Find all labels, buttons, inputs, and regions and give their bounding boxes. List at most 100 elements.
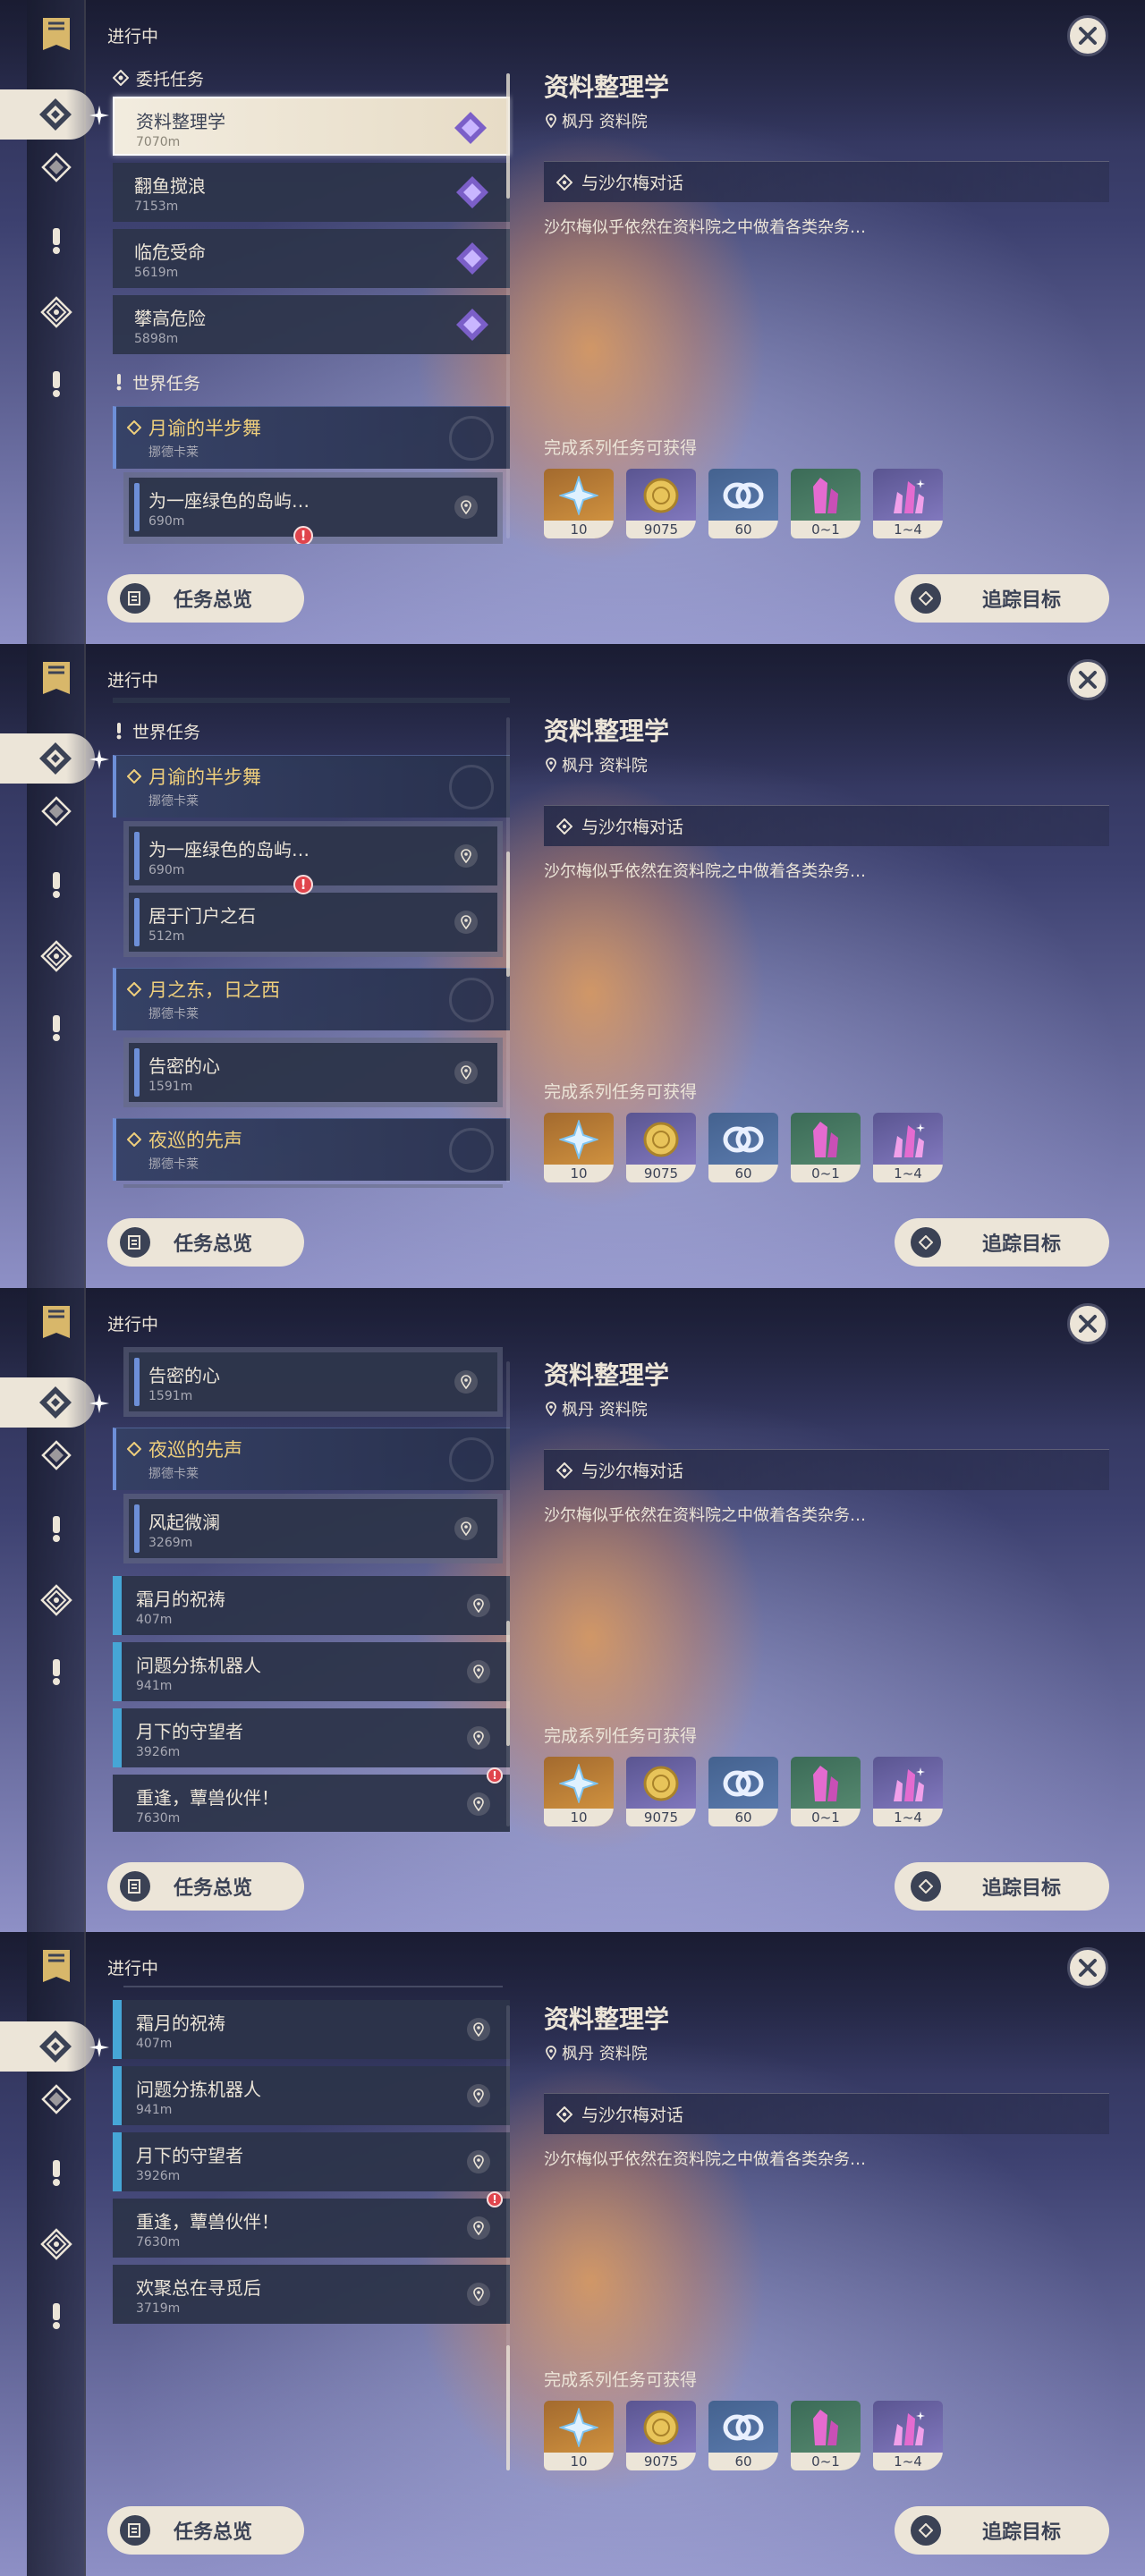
- close-button[interactable]: [1067, 659, 1108, 700]
- reward-item[interactable]: 10: [544, 1757, 614, 1826]
- reward-item[interactable]: 9075: [626, 2401, 696, 2470]
- scrollbar-thumb[interactable]: [506, 2345, 510, 2470]
- map-pin-icon[interactable]: [454, 1061, 478, 1084]
- commission-item[interactable]: 攀高危险 5898m: [113, 698, 510, 703]
- quest-overview-button[interactable]: 任务总览: [107, 574, 304, 623]
- world-quest-tab[interactable]: [38, 2080, 75, 2118]
- exclaim-tab-1[interactable]: [38, 222, 75, 259]
- world-quest-item[interactable]: 欢聚总在寻觅后 3719m: [113, 2265, 510, 2324]
- map-pin-icon[interactable]: [467, 1660, 490, 1683]
- world-quest-item[interactable]: 月下的守望者 3926m: [113, 1708, 510, 1767]
- quest-list-scrollbar[interactable]: [506, 73, 510, 538]
- quest-list-scrollbar[interactable]: [506, 1361, 510, 1826]
- reward-item[interactable]: 60: [708, 469, 778, 538]
- quest-list-scrollbar[interactable]: [506, 717, 510, 1182]
- world-quest-item[interactable]: 重逢，蕈兽伙伴！ 7630m: [113, 1775, 510, 1832]
- reward-item[interactable]: 9075: [626, 1113, 696, 1182]
- commission-tab-active[interactable]: [0, 733, 95, 784]
- reward-item[interactable]: 60: [708, 2401, 778, 2470]
- map-pin-icon[interactable]: [454, 1517, 478, 1540]
- exclaim-tab-2[interactable]: [38, 2297, 75, 2334]
- exclaim-tab-1[interactable]: [38, 1510, 75, 1547]
- reward-item[interactable]: 0~1: [791, 469, 861, 538]
- reward-item[interactable]: 0~1: [791, 1757, 861, 1826]
- track-target-button[interactable]: 追踪目标: [895, 1218, 1109, 1267]
- commission-item[interactable]: 翻鱼搅浪 7153m: [113, 163, 510, 222]
- event-tab[interactable]: [38, 2225, 75, 2263]
- commission-tab-active[interactable]: [0, 89, 95, 140]
- world-quest-item[interactable]: 霜月的祝祷 407m: [113, 2000, 510, 2059]
- reward-item[interactable]: 60: [708, 1757, 778, 1826]
- reward-item[interactable]: 0~1: [791, 2401, 861, 2470]
- exclaim-tab-1[interactable]: [38, 866, 75, 903]
- close-button[interactable]: [1067, 1303, 1108, 1344]
- exclaim-tab-1[interactable]: [38, 2154, 75, 2191]
- map-pin-icon[interactable]: [454, 911, 478, 934]
- quest-list-scrollbar[interactable]: [506, 2005, 510, 2470]
- map-pin-icon[interactable]: [467, 2018, 490, 2041]
- world-quest-series[interactable]: 月之东，日之西 挪德卡莱: [113, 968, 510, 1030]
- commission-item[interactable]: 资料整理学 7070m: [113, 97, 510, 156]
- world-quest-step[interactable]: 为一座绿色的岛屿… 690m: [129, 826, 497, 886]
- quest-list[interactable]: 委托任务 资料整理学 7070m 翻鱼搅浪 7153m 临危受命 5619m: [100, 1986, 513, 2476]
- world-quest-series[interactable]: 月谕的半步舞 挪德卡莱: [113, 406, 510, 469]
- quest-overview-button[interactable]: 任务总览: [107, 2506, 304, 2555]
- scrollbar-thumb[interactable]: [506, 852, 510, 977]
- world-quest-tab[interactable]: [38, 792, 75, 830]
- reward-item[interactable]: 60: [708, 1113, 778, 1182]
- event-tab[interactable]: [38, 293, 75, 331]
- map-pin-icon[interactable]: [454, 496, 478, 519]
- close-button[interactable]: [1067, 1947, 1108, 1988]
- map-pin-icon[interactable]: [467, 2283, 490, 2306]
- quest-list[interactable]: 委托任务 资料整理学 7070m 翻鱼搅浪 7153m 临危受命 5619m: [100, 1342, 513, 1832]
- reward-item[interactable]: 1~4: [873, 1757, 943, 1826]
- world-quest-step[interactable]: 为一座绿色的岛屿… 690m: [129, 478, 497, 537]
- world-quest-tab[interactable]: [38, 148, 75, 186]
- reward-item[interactable]: 0~1: [791, 1113, 861, 1182]
- close-button[interactable]: [1067, 15, 1108, 56]
- map-pin-icon[interactable]: [467, 1594, 490, 1617]
- world-quest-item[interactable]: 月下的守望者 3926m: [113, 2132, 510, 2191]
- world-quest-step[interactable]: 风起微澜 3269m: [129, 1499, 497, 1558]
- reward-item[interactable]: 1~4: [873, 2401, 943, 2470]
- commission-tab-active[interactable]: [0, 1377, 95, 1428]
- reward-item[interactable]: 9075: [626, 1757, 696, 1826]
- reward-item[interactable]: 1~4: [873, 1113, 943, 1182]
- map-pin-icon[interactable]: [467, 1726, 490, 1750]
- world-quest-tab[interactable]: [38, 1436, 75, 1474]
- map-pin-icon[interactable]: [467, 2084, 490, 2107]
- exclaim-tab-2[interactable]: [38, 1653, 75, 1690]
- world-quest-series[interactable]: 夜巡的先声 挪德卡莱: [113, 1118, 510, 1181]
- quest-list[interactable]: 委托任务 资料整理学 7070m 翻鱼搅浪 7153m 临危受命 5619m: [100, 54, 513, 544]
- commission-item[interactable]: 攀高危险 5898m: [113, 295, 510, 354]
- world-quest-step[interactable]: 告密的心 1591m: [129, 1352, 497, 1411]
- world-quest-series[interactable]: 夜巡的先声 挪德卡莱: [113, 1428, 510, 1490]
- commission-tab-active[interactable]: [0, 2021, 95, 2072]
- map-pin-icon[interactable]: [454, 844, 478, 868]
- map-pin-icon[interactable]: [467, 2216, 490, 2240]
- commission-item[interactable]: 临危受命 5619m: [113, 229, 510, 288]
- quest-list[interactable]: 委托任务 资料整理学 7070m 翻鱼搅浪 7153m 临危受命 5619m: [100, 698, 513, 1188]
- reward-item[interactable]: 10: [544, 1113, 614, 1182]
- reward-item[interactable]: 1~4: [873, 469, 943, 538]
- scrollbar-thumb[interactable]: [506, 1621, 510, 1746]
- quest-overview-button[interactable]: 任务总览: [107, 1218, 304, 1267]
- world-quest-step[interactable]: 居于门户之石 512m: [129, 893, 497, 952]
- track-target-button[interactable]: 追踪目标: [895, 574, 1109, 623]
- reward-item[interactable]: 10: [544, 2401, 614, 2470]
- world-quest-item[interactable]: 重逢，蕈兽伙伴！ 7630m: [113, 2199, 510, 2258]
- track-target-button[interactable]: 追踪目标: [895, 1862, 1109, 1911]
- world-quest-series[interactable]: 月谕的半步舞 挪德卡莱: [113, 755, 510, 818]
- world-quest-item[interactable]: 霜月的祝祷 407m: [113, 1576, 510, 1635]
- map-pin-icon[interactable]: [454, 1370, 478, 1394]
- world-quest-item[interactable]: 问题分拣机器人 941m: [113, 1642, 510, 1701]
- map-pin-icon[interactable]: [467, 2150, 490, 2174]
- reward-item[interactable]: 9075: [626, 469, 696, 538]
- event-tab[interactable]: [38, 937, 75, 975]
- scrollbar-thumb[interactable]: [506, 73, 510, 199]
- exclaim-tab-2[interactable]: [38, 1009, 75, 1046]
- track-target-button[interactable]: 追踪目标: [895, 2506, 1109, 2555]
- quest-overview-button[interactable]: 任务总览: [107, 1862, 304, 1911]
- world-quest-step[interactable]: 告密的心 1591m: [129, 1043, 497, 1102]
- exclaim-tab-2[interactable]: [38, 365, 75, 402]
